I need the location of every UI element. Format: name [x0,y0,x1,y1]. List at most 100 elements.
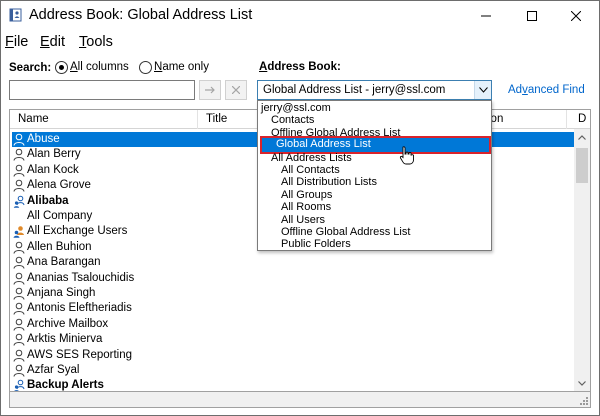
column-header-name[interactable]: Name [18,113,49,125]
clear-search-button[interactable] [225,80,247,100]
column-divider[interactable] [566,110,567,129]
arrow-right-icon [204,86,215,94]
entry-name: Abuse [27,133,60,145]
search-input[interactable] [9,80,195,100]
user-icon [13,133,25,146]
entry-name: Backup Alerts [27,379,104,392]
table-row[interactable]: Arktis Minierva [12,332,574,347]
user-icon [13,303,25,316]
dropdown-option-label: All Distribution Lists [281,176,377,189]
dropdown-option[interactable]: All Address Lists [258,152,491,165]
entry-name: Alan Kock [27,163,79,176]
user-icon [13,256,25,269]
advanced-find-link[interactable]: Advanced Find [508,84,585,96]
close-button[interactable] [553,1,599,31]
radio-all-columns[interactable] [55,61,68,74]
column-header-title[interactable]: Title [206,113,227,125]
address-book-selected-value: Global Address List - jerry@ssl.com [263,84,446,96]
table-row[interactable]: Anjana Singh [12,286,574,301]
minimize-icon [481,15,491,17]
column-header-d[interactable]: D [578,113,586,125]
table-row[interactable]: Azfar Syal [12,363,574,378]
dropdown-option-label: All Groups [281,188,333,201]
radio-name-only[interactable] [139,61,152,74]
table-row[interactable]: Archive Mailbox [12,317,574,332]
entry-name: Ana Barangan [27,256,101,269]
user-icon [13,149,25,162]
minimize-button[interactable] [463,1,509,31]
scroll-up-button[interactable] [574,129,590,145]
dropdown-option[interactable]: All Distribution Lists [258,176,491,189]
column-divider[interactable] [197,110,198,129]
maximize-button[interactable] [509,1,555,31]
table-row[interactable]: Ananias Tsalouchidis [12,271,574,286]
group-icon [14,380,25,391]
menu-tools[interactable]: Tools [79,34,113,50]
vertical-scrollbar[interactable] [574,129,590,391]
menu-edit[interactable]: Edit [40,34,65,50]
group-icon [13,195,25,208]
scroll-down-button[interactable] [574,375,590,391]
radio-name-only-label[interactable]: Name only [154,61,209,73]
address-book-dropdown: jerry@ssl.com Contacts Offline Global Addr… [257,100,492,251]
go-button[interactable] [199,80,221,100]
user-icon [13,179,25,192]
dropdown-option-label: Offline Global Address List [281,226,411,238]
address-book-icon [9,8,22,22]
chevron-down-icon [578,380,586,386]
address-book-window: Address Book: Global Address List File E… [0,0,600,416]
dropdown-option-label: All Rooms [281,201,332,214]
entry-name: Azfar Syal [27,364,80,376]
entry-name: Archive Mailbox [27,317,109,330]
entry-name: Anjana Singh [27,287,96,299]
dropdown-toggle[interactable] [474,81,491,99]
chevron-up-icon [578,134,586,140]
dropdown-option[interactable]: All Users [258,214,491,227]
entry-name: Allen Buhion [27,240,92,253]
dropdown-option-label: All Address Lists [271,151,352,164]
dropdown-option-label: Contacts [271,114,315,127]
user-icon [13,272,25,285]
dropdown-option[interactable]: Public Folders [258,238,491,251]
dropdown-option-label: jerry@ssl.com [261,102,331,114]
dropdown-option[interactable]: jerry@ssl.com [258,102,491,115]
dropdown-option-label: Public Folders [281,238,351,251]
table-row[interactable]: Ana Barangan [12,255,574,270]
entry-name: Ananias Tsalouchidis [27,271,135,284]
chevron-down-icon [478,87,488,93]
user-icon [13,241,25,254]
clear-icon [232,86,240,94]
entry-name: AWS SES Reporting [27,348,133,361]
user-icon [13,333,25,346]
close-icon [571,11,581,21]
dropdown-option[interactable]: All Contacts [258,164,491,177]
resize-grip-icon[interactable] [578,395,588,405]
entry-name: All Exchange Users [27,225,128,238]
scroll-thumb[interactable] [576,148,588,183]
address-book-select[interactable]: Global Address List - jerry@ssl.com [257,80,492,100]
address-book-label: Address Book: [259,61,341,73]
dropdown-option-label: All Contacts [281,164,340,176]
entry-name: All Company [27,210,93,222]
dropdown-option[interactable]: Global Address List [260,136,491,155]
entry-name: Alena Grove [27,179,91,192]
dropdown-option[interactable]: All Groups [258,189,491,202]
user-icon [13,318,25,331]
table-row[interactable]: Backup Alerts [12,378,574,392]
window-title: Address Book: Global Address List [29,7,253,23]
maximize-icon [527,11,537,21]
table-row[interactable]: AWS SES Reporting [12,348,574,363]
entry-name: Antonis Eleftheriadis [27,302,132,315]
entry-name: Alan Berry [27,148,81,161]
table-row[interactable]: Antonis Eleftheriadis [12,301,574,316]
dynamic-group-icon [13,226,24,239]
user-icon [13,287,25,300]
dropdown-option[interactable]: Offline Global Address List [258,226,491,239]
dropdown-option[interactable]: All Rooms [258,201,491,214]
title-bar[interactable]: Address Book: Global Address List [1,1,599,31]
dropdown-option-label: Global Address List [276,138,371,151]
dropdown-option[interactable]: Contacts [258,114,491,127]
status-strip [9,392,591,408]
radio-all-columns-label[interactable]: All columns [70,61,129,73]
menu-file[interactable]: File [5,34,28,50]
